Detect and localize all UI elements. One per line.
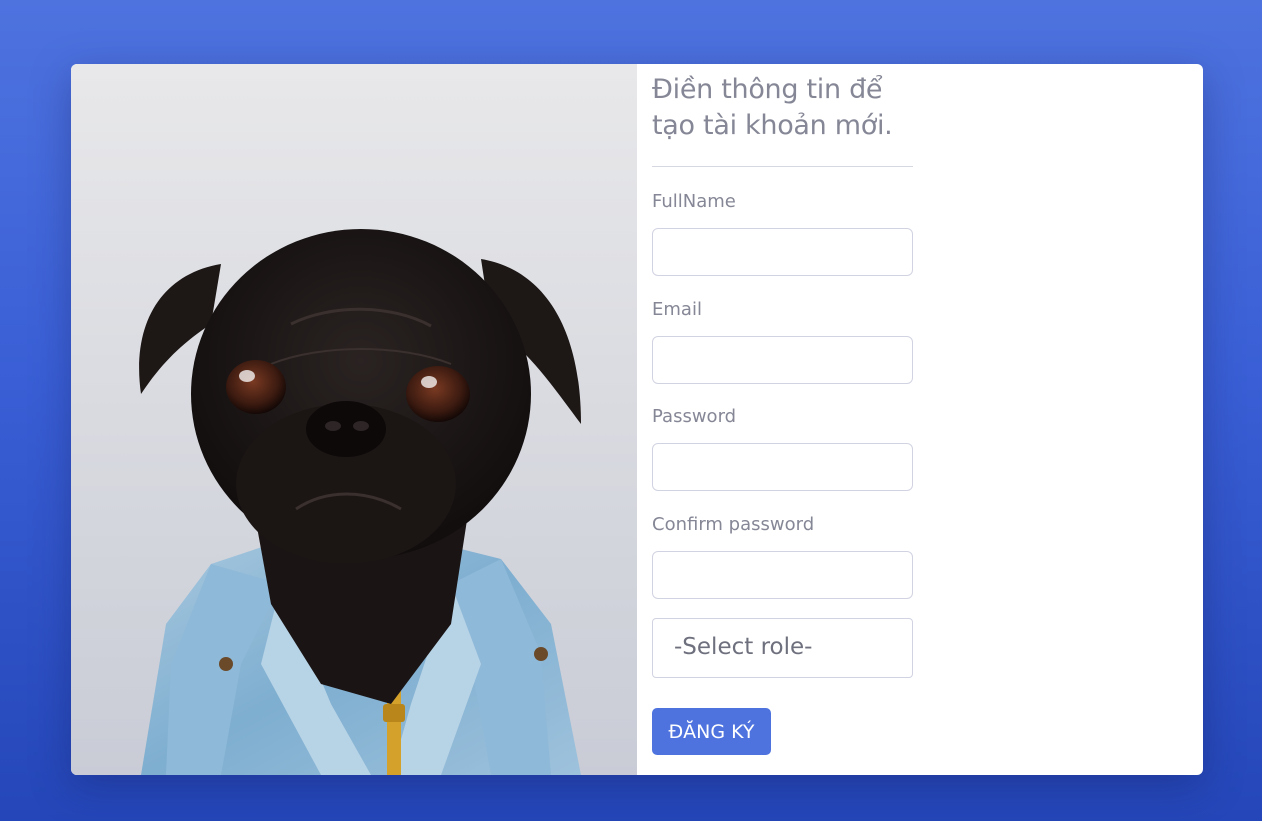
role-select-value: -Select role- bbox=[674, 634, 813, 660]
email-input[interactable] bbox=[652, 336, 913, 384]
password-label: Password bbox=[652, 406, 737, 427]
register-card: Điền thông tin để tạo tài khoản mới. Ful… bbox=[71, 64, 1203, 775]
confirm-password-input[interactable] bbox=[652, 551, 913, 599]
register-button[interactable]: ĐĂNG KÝ bbox=[652, 708, 771, 755]
role-select[interactable]: -Select role- bbox=[652, 618, 913, 678]
fullname-input[interactable] bbox=[652, 228, 913, 276]
password-input[interactable] bbox=[652, 443, 913, 491]
email-label: Email bbox=[652, 299, 702, 320]
fullname-label: FullName bbox=[652, 191, 736, 212]
confirm-password-label: Confirm password bbox=[652, 514, 815, 535]
heading-divider bbox=[652, 166, 913, 167]
pug-photo bbox=[71, 64, 637, 775]
form-heading: Điền thông tin để tạo tài khoản mới. bbox=[652, 74, 893, 141]
